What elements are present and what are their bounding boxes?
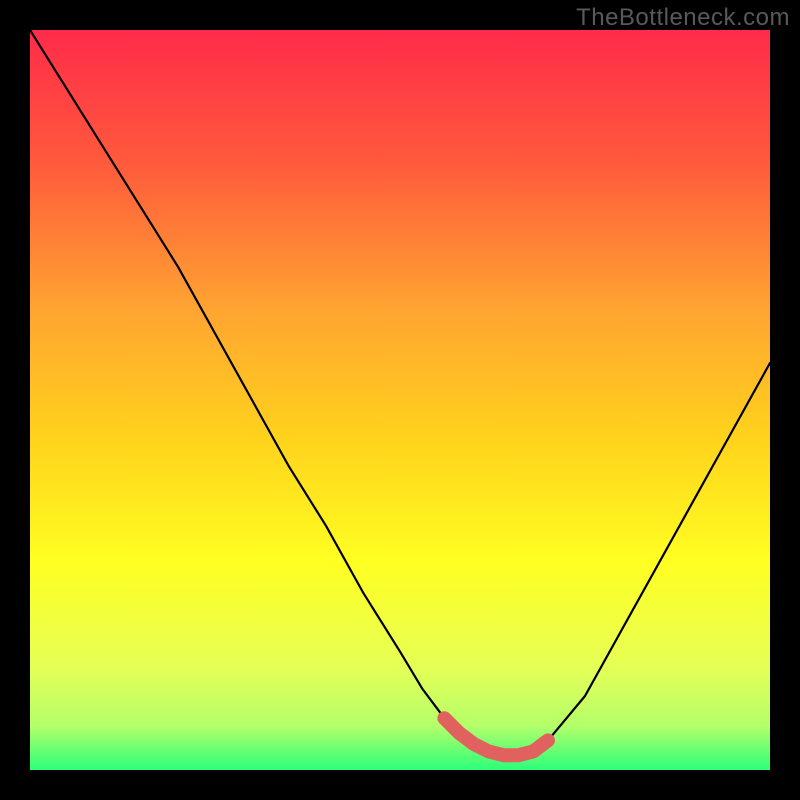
watermark-text: TheBottleneck.com — [576, 4, 790, 32]
chart-container: TheBottleneck.com — [0, 0, 800, 800]
gradient-background — [30, 30, 770, 770]
bottleneck-curve-chart — [30, 30, 770, 770]
